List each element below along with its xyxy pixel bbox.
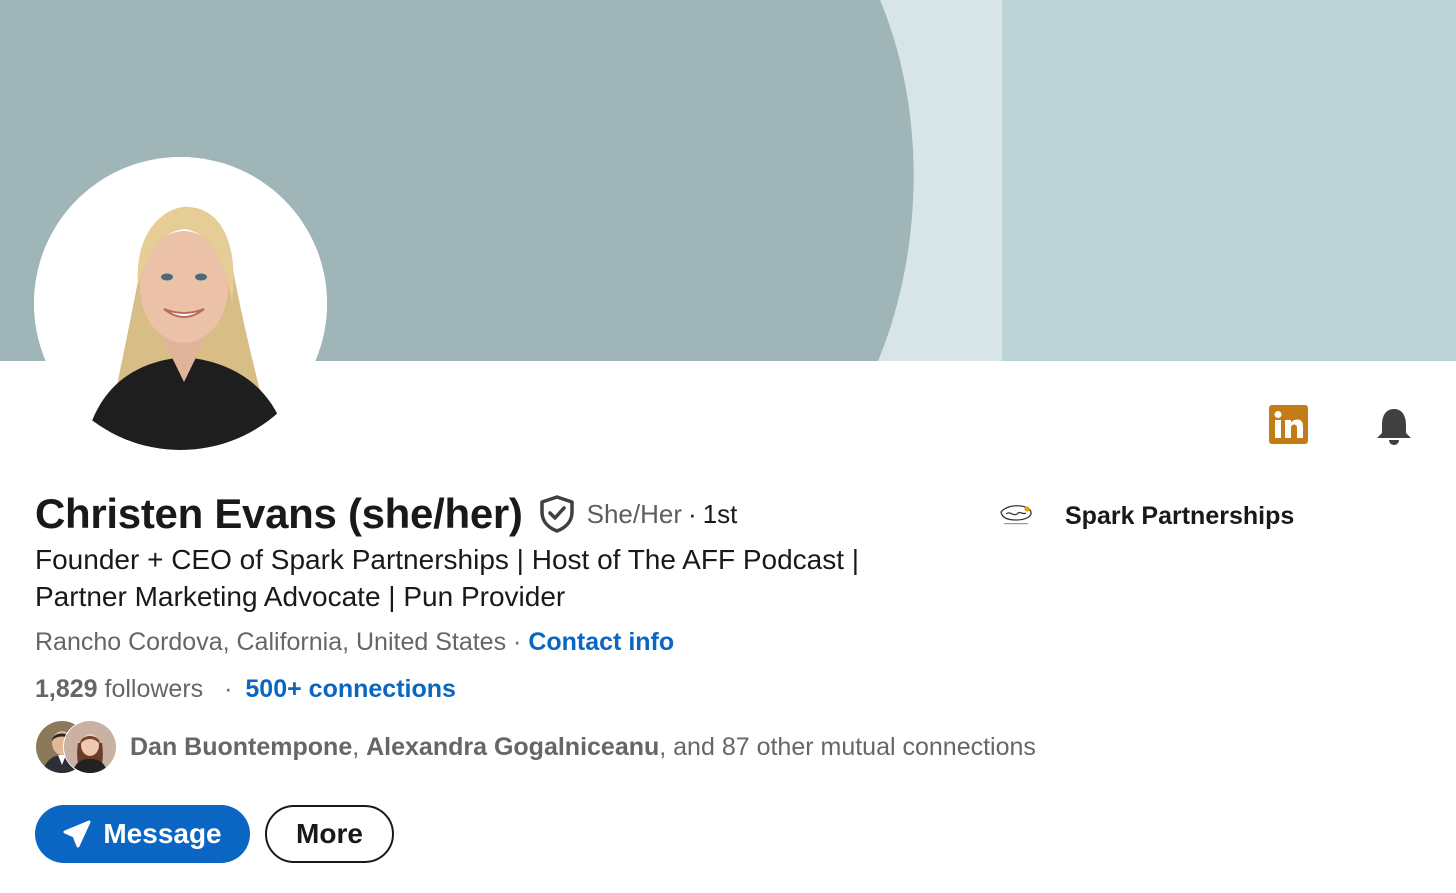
location-separator: ·: [513, 628, 522, 656]
current-company[interactable]: Spark Partnerships: [996, 496, 1294, 536]
stats-separator: ·: [224, 675, 233, 703]
linkedin-icon[interactable]: [1269, 405, 1308, 444]
stats-row: 1,829 followers · 500+ connections: [35, 675, 456, 704]
company-logo: [996, 496, 1036, 536]
profile-name: Christen Evans (she/her): [35, 490, 523, 537]
more-button[interactable]: More: [265, 805, 394, 863]
mutual-avatars: [35, 720, 117, 774]
connection-degree: 1st: [702, 498, 738, 529]
send-icon: [63, 820, 91, 848]
headline-line-2: Partner Marketing Advocate | Pun Provide…: [35, 581, 566, 612]
mutual-rest: , and 87 other mutual connections: [659, 732, 1036, 761]
followers-label: followers: [104, 675, 204, 703]
mutual-name-2: Alexandra Gogalniceanu: [366, 732, 660, 761]
pronouns: She/Her: [586, 498, 683, 529]
connections-link[interactable]: 500+ connections: [245, 675, 456, 703]
message-label: Message: [103, 818, 222, 849]
verified-shield-icon[interactable]: [539, 495, 575, 533]
location-row: Rancho Cordova, California, United State…: [35, 628, 674, 657]
name-row: Christen Evans (she/her) She/Her · 1st: [35, 488, 737, 540]
separator: ·: [688, 498, 697, 529]
message-button[interactable]: Message: [35, 805, 250, 863]
more-label: More: [296, 818, 363, 849]
profile-avatar[interactable]: [34, 157, 327, 450]
company-name: Spark Partnerships: [1065, 501, 1295, 530]
mutual-name-1: Dan Buontempone: [130, 732, 353, 761]
mutual-connections-text: Dan Buontempone, Alexandra Gogalniceanu,…: [130, 733, 1036, 762]
location: Rancho Cordova, California, United State…: [35, 628, 507, 656]
bell-icon[interactable]: [1374, 406, 1414, 446]
mutual-connections[interactable]: Dan Buontempone, Alexandra Gogalniceanu,…: [35, 720, 1036, 774]
mutual-comma: ,: [352, 732, 360, 761]
avatar: [63, 720, 117, 774]
profile-photo: [34, 157, 327, 450]
profile-headline: Founder + CEO of Spark Partnerships | Ho…: [35, 541, 935, 615]
headline-line-1: Founder + CEO of Spark Partnerships | Ho…: [35, 544, 860, 575]
contact-info-link[interactable]: Contact info: [528, 628, 674, 656]
followers-count: 1,829: [35, 675, 98, 703]
